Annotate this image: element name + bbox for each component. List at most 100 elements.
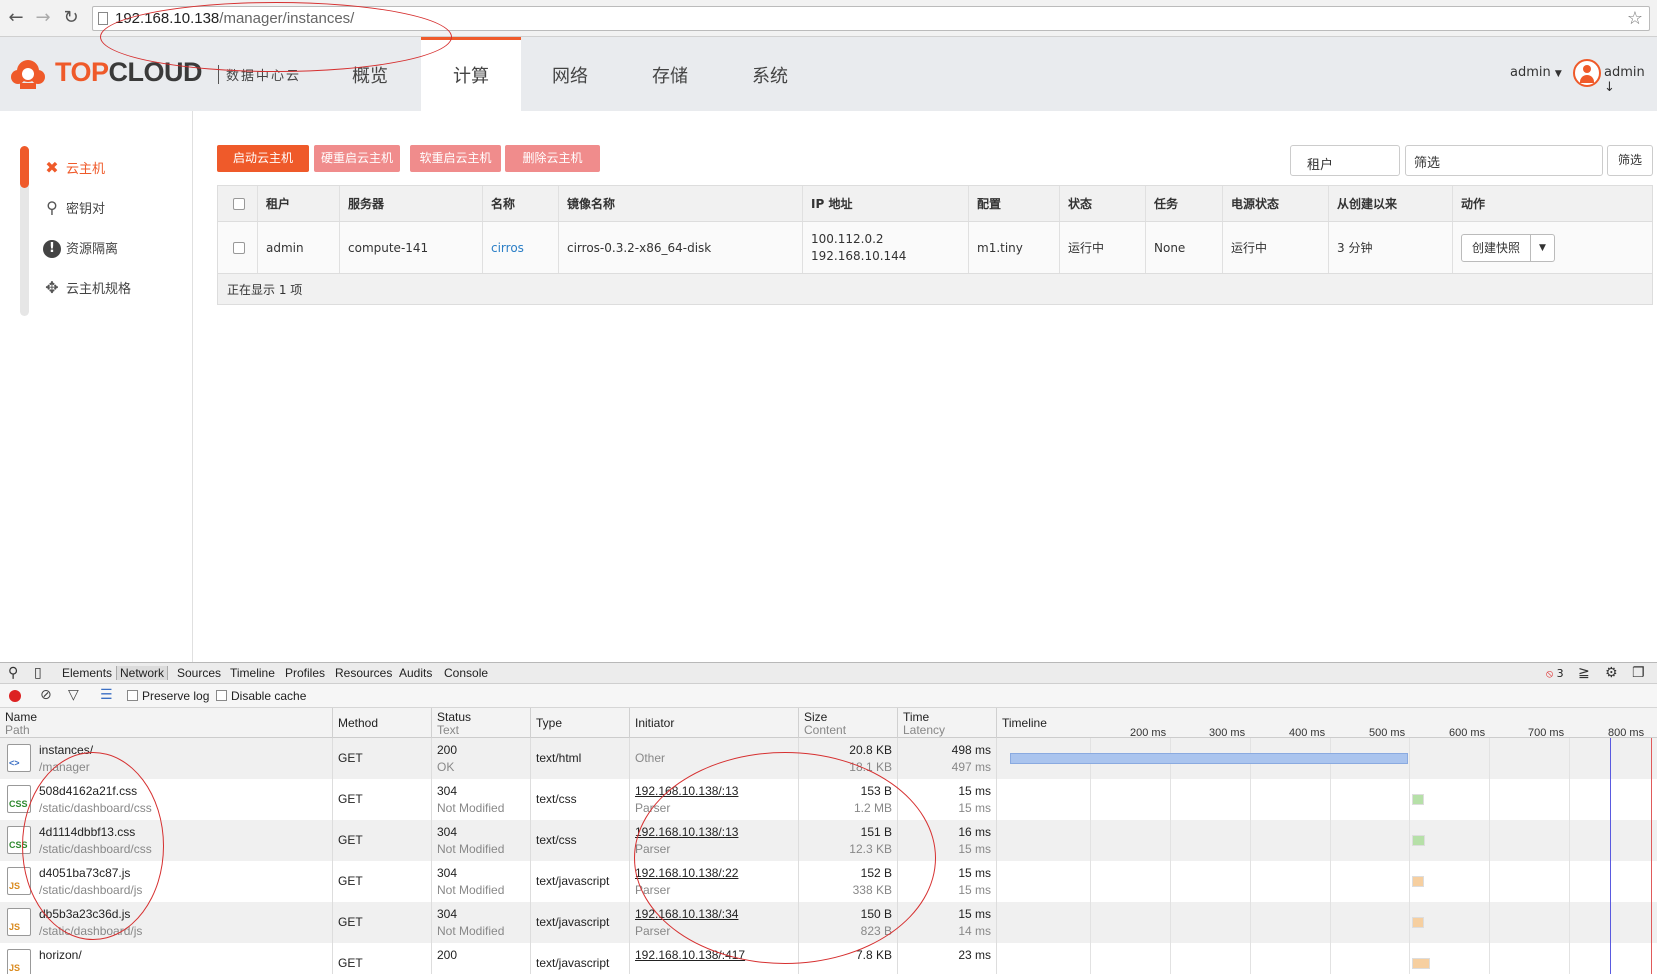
error-badge[interactable]: ⦸ 3: [1546, 667, 1564, 681]
address-bar[interactable]: 192.168.10.138/manager/instances/ ☆: [92, 6, 1650, 31]
sidebar-item-isolation[interactable]: ! 资源隔离: [42, 237, 118, 258]
sidebar-item-keypairs[interactable]: ⚲ 密钥对: [42, 197, 105, 217]
logo-subtitle: 数据中心云: [218, 65, 301, 84]
network-row[interactable]: JS db5b3a23c36d.js/static/dashboard/js GET…: [0, 902, 1657, 943]
project-dropdown[interactable]: admin ▼: [1510, 65, 1562, 80]
console-drawer-icon[interactable]: ≧: [1578, 665, 1590, 681]
tab-audits[interactable]: Audits: [399, 666, 432, 680]
request-initiator-link[interactable]: 192.168.10.138/:34: [635, 907, 738, 921]
col-ip[interactable]: IP 地址: [803, 186, 969, 221]
disable-cache-checkbox[interactable]: [216, 690, 227, 701]
timeline-gridline: [1409, 861, 1410, 902]
url-text[interactable]: 192.168.10.138/manager/instances/: [115, 10, 354, 27]
tab-elements[interactable]: Elements: [62, 666, 112, 680]
network-row[interactable]: JS d4051ba73c87.js/static/dashboard/js GET…: [0, 861, 1657, 902]
preserve-log-checkbox[interactable]: [127, 690, 138, 701]
request-initiator-link[interactable]: 192.168.10.138/:13: [635, 825, 738, 839]
col-status-text[interactable]: Status Text: [432, 708, 531, 738]
row-checkbox[interactable]: [218, 222, 258, 273]
tab-network[interactable]: 网络: [520, 37, 620, 111]
create-snapshot-button[interactable]: 创建快照: [1461, 233, 1531, 262]
timeline-gridline: [1409, 943, 1410, 974]
forward-arrow-icon[interactable]: →: [32, 7, 54, 29]
request-name[interactable]: 4d1114dbbf13.css: [39, 825, 135, 839]
col-power[interactable]: 电源状态: [1223, 186, 1329, 221]
filter-funnel-icon[interactable]: ▽: [68, 687, 79, 703]
select-all-checkbox[interactable]: [218, 186, 258, 221]
request-name[interactable]: horizon/: [39, 948, 82, 962]
request-initiator-link[interactable]: 192.168.10.138/:417: [635, 948, 745, 962]
request-time: 498 ms: [951, 743, 991, 757]
tab-compute[interactable]: 计算: [421, 37, 521, 111]
request-name[interactable]: db5b3a23c36d.js: [39, 907, 130, 921]
network-row[interactable]: CSS 508d4162a21f.css/static/dashboard/css…: [0, 779, 1657, 820]
user-avatar-icon[interactable]: [1573, 59, 1601, 87]
timeline-gridline: [1489, 902, 1490, 943]
filter-input[interactable]: 筛选: [1405, 145, 1603, 176]
sidebar-item-instances[interactable]: ✖ 云主机: [42, 157, 105, 177]
col-host[interactable]: 服务器: [340, 186, 483, 221]
more-actions-caret-icon[interactable]: ▼: [1531, 233, 1555, 262]
col-name-path[interactable]: Name Path: [0, 708, 333, 738]
gear-icon[interactable]: ⚙: [1605, 665, 1618, 681]
request-initiator-link[interactable]: 192.168.10.138/:22: [635, 866, 738, 880]
instance-name-link[interactable]: cirros: [491, 241, 524, 255]
network-row[interactable]: CSS 4d1114dbbf13.css/static/dashboard/css…: [0, 820, 1657, 861]
tab-console[interactable]: Console: [444, 666, 488, 680]
network-row[interactable]: <> instances/ /manager GET 200 OK text/html Oth…: [0, 738, 1657, 779]
record-icon[interactable]: [9, 690, 21, 702]
timeline-bar: [1412, 794, 1424, 805]
col-flavor[interactable]: 配置: [969, 186, 1060, 221]
timeline-gridline: [1489, 861, 1490, 902]
tab-resources[interactable]: Resources: [335, 666, 392, 680]
col-task[interactable]: 任务: [1146, 186, 1223, 221]
tab-storage[interactable]: 存储: [620, 37, 720, 111]
bookmark-star-icon[interactable]: ☆: [1627, 8, 1643, 29]
request-content-size: 1.2 MB: [853, 801, 892, 815]
request-initiator-link[interactable]: 192.168.10.138/:13: [635, 784, 738, 798]
col-image[interactable]: 镜像名称: [559, 186, 803, 221]
user-menu[interactable]: admin ↓: [1604, 65, 1657, 95]
tab-sources[interactable]: Sources: [177, 666, 221, 680]
hard-reboot-button[interactable]: 硬重启云主机: [314, 145, 400, 172]
reload-icon[interactable]: ↻: [60, 7, 82, 29]
col-size-content[interactable]: Size Content: [799, 708, 898, 738]
key-icon: ⚲: [46, 197, 58, 217]
tab-network-panel[interactable]: Network: [116, 666, 169, 680]
undock-icon[interactable]: ❐: [1632, 665, 1645, 681]
col-actions: 动作: [1461, 197, 1486, 211]
tab-overview[interactable]: 概览: [320, 37, 420, 111]
col-time-latency[interactable]: Time Latency: [898, 708, 997, 738]
filter-button[interactable]: 筛选: [1607, 145, 1653, 176]
clear-icon[interactable]: ⊘: [40, 687, 52, 703]
col-age[interactable]: 从创建以来: [1329, 186, 1453, 221]
start-instance-button[interactable]: 启动云主机: [217, 145, 309, 172]
request-name[interactable]: d4051ba73c87.js: [39, 866, 130, 880]
request-name[interactable]: instances/: [39, 743, 93, 757]
timeline-gridline: [1569, 738, 1570, 779]
col-status[interactable]: 状态: [1060, 186, 1146, 221]
tab-timeline[interactable]: Timeline: [230, 666, 275, 680]
request-status-text: Not Modified: [437, 801, 505, 815]
network-row[interactable]: JS horizon/GET 200 text/javascript 192.168.1…: [0, 943, 1657, 974]
sidebar-item-flavors[interactable]: ✥ 云主机规格: [42, 277, 131, 297]
soft-reboot-button[interactable]: 软重启云主机: [410, 145, 501, 172]
request-size: 151 B: [860, 825, 892, 839]
cell-name[interactable]: cirros: [483, 222, 559, 273]
request-name[interactable]: 508d4162a21f.css: [39, 784, 137, 798]
filter-field-select[interactable]: 租户: [1290, 145, 1400, 176]
inspect-search-icon[interactable]: ⚲: [8, 665, 18, 681]
tab-profiles[interactable]: Profiles: [285, 666, 325, 680]
col-tenant[interactable]: 租户: [258, 186, 340, 221]
col-initiator[interactable]: Initiator: [630, 708, 799, 738]
tab-system[interactable]: 系统: [720, 37, 820, 111]
timeline-gridline: [1569, 820, 1570, 861]
back-arrow-icon[interactable]: ←: [5, 7, 27, 29]
network-header: Name Path Method Status Text Type Initiato…: [0, 708, 1657, 739]
col-name[interactable]: 名称: [483, 186, 559, 221]
device-mode-icon[interactable]: ▯: [34, 665, 42, 681]
col-type[interactable]: Type: [531, 708, 630, 738]
list-view-icon[interactable]: ☰: [100, 687, 113, 703]
col-method[interactable]: Method: [333, 708, 432, 738]
delete-instance-button[interactable]: 删除云主机: [505, 145, 600, 172]
